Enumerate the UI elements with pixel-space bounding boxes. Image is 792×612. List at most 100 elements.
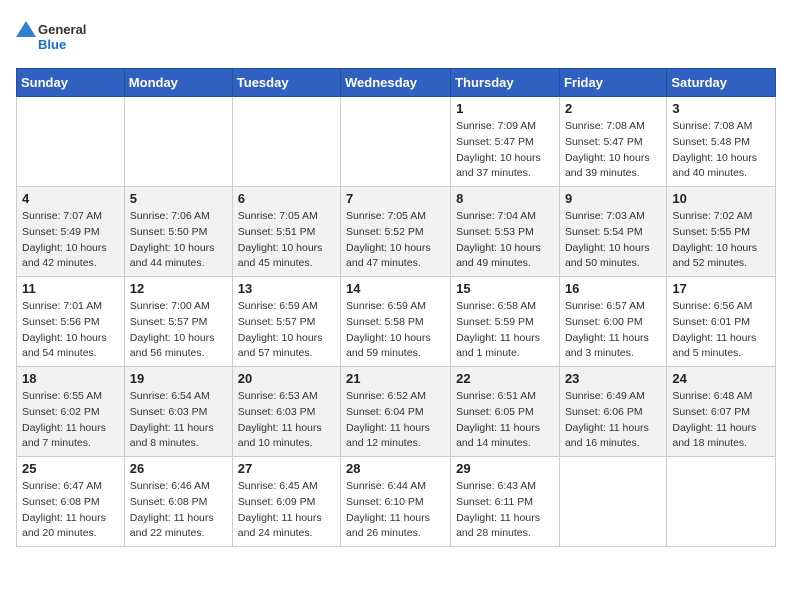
weekday-header: Wednesday <box>341 69 451 97</box>
day-number: 23 <box>565 371 661 386</box>
calendar-week-row: 4Sunrise: 7:07 AMSunset: 5:49 PMDaylight… <box>17 187 776 277</box>
calendar-cell: 12Sunrise: 7:00 AMSunset: 5:57 PMDayligh… <box>124 277 232 367</box>
calendar-week-row: 25 Sunrise: 6:47 AMSunset: 6:08 PMDayligh… <box>17 457 776 547</box>
calendar-cell <box>17 97 125 187</box>
calendar-cell: 25 Sunrise: 6:47 AMSunset: 6:08 PMDayligh… <box>17 457 125 547</box>
day-info: Sunrise: 6:49 AMSunset: 6:06 PMDaylight:… <box>565 389 661 452</box>
day-info: Sunrise: 6:56 AMSunset: 6:01 PMDaylight:… <box>672 299 770 362</box>
calendar-cell: 13 Sunrise: 6:59 AMSunset: 5:57 PMDayligh… <box>232 277 340 367</box>
day-info: Sunrise: 6:54 AMSunset: 6:03 PMDaylight:… <box>130 389 227 452</box>
day-number: 27 <box>238 461 335 476</box>
svg-text:Blue: Blue <box>38 37 66 52</box>
day-number: 18 <box>22 371 119 386</box>
day-info: Sunrise: 6:58 AMSunset: 5:59 PMDaylight:… <box>456 299 554 362</box>
day-info: Sunrise: 6:47 AMSunset: 6:08 PMDaylight:… <box>22 479 119 542</box>
weekday-header: Tuesday <box>232 69 340 97</box>
calendar-cell: 29 Sunrise: 6:43 AMSunset: 6:11 PMDayligh… <box>451 457 560 547</box>
calendar-week-row: 18 Sunrise: 6:55 AMSunset: 6:02 PMDayligh… <box>17 367 776 457</box>
calendar-cell: 9Sunrise: 7:03 AMSunset: 5:54 PMDaylight… <box>559 187 666 277</box>
calendar-cell: 3 Sunrise: 7:08 AMSunset: 5:48 PMDaylight… <box>667 97 776 187</box>
day-number: 28 <box>346 461 445 476</box>
calendar-cell: 8 Sunrise: 7:04 AMSunset: 5:53 PMDaylight… <box>451 187 560 277</box>
day-info: Sunrise: 6:59 AMSunset: 5:58 PMDaylight:… <box>346 299 445 362</box>
day-number: 8 <box>456 191 554 206</box>
logo-svg: General Blue <box>16 16 96 58</box>
calendar-cell: 6 Sunrise: 7:05 AMSunset: 5:51 PMDaylight… <box>232 187 340 277</box>
calendar-cell: 2Sunrise: 7:08 AMSunset: 5:47 PMDaylight… <box>559 97 666 187</box>
day-info: Sunrise: 6:51 AMSunset: 6:05 PMDaylight:… <box>456 389 554 452</box>
calendar-cell <box>341 97 451 187</box>
day-number: 21 <box>346 371 445 386</box>
day-info: Sunrise: 6:53 AMSunset: 6:03 PMDaylight:… <box>238 389 335 452</box>
day-number: 7 <box>346 191 445 206</box>
day-number: 10 <box>672 191 770 206</box>
calendar-cell: 17 Sunrise: 6:56 AMSunset: 6:01 PMDayligh… <box>667 277 776 367</box>
day-number: 6 <box>238 191 335 206</box>
calendar-cell: 20 Sunrise: 6:53 AMSunset: 6:03 PMDayligh… <box>232 367 340 457</box>
day-number: 16 <box>565 281 661 296</box>
calendar-cell: 11Sunrise: 7:01 AMSunset: 5:56 PMDayligh… <box>17 277 125 367</box>
weekday-header: Monday <box>124 69 232 97</box>
calendar-cell: 28 Sunrise: 6:44 AMSunset: 6:10 PMDayligh… <box>341 457 451 547</box>
day-info: Sunrise: 6:43 AMSunset: 6:11 PMDaylight:… <box>456 479 554 542</box>
calendar-cell: 16 Sunrise: 6:57 AMSunset: 6:00 PMDayligh… <box>559 277 666 367</box>
calendar-cell: 15 Sunrise: 6:58 AMSunset: 5:59 PMDayligh… <box>451 277 560 367</box>
calendar-cell: 21 Sunrise: 6:52 AMSunset: 6:04 PMDayligh… <box>341 367 451 457</box>
day-info: Sunrise: 6:55 AMSunset: 6:02 PMDaylight:… <box>22 389 119 452</box>
calendar-cell <box>559 457 666 547</box>
day-info: Sunrise: 6:57 AMSunset: 6:00 PMDaylight:… <box>565 299 661 362</box>
day-info: Sunrise: 7:05 AMSunset: 5:51 PMDaylight:… <box>238 209 335 272</box>
calendar-cell: 24Sunrise: 6:48 AMSunset: 6:07 PMDayligh… <box>667 367 776 457</box>
day-info: Sunrise: 6:44 AMSunset: 6:10 PMDaylight:… <box>346 479 445 542</box>
calendar-cell: 23 Sunrise: 6:49 AMSunset: 6:06 PMDayligh… <box>559 367 666 457</box>
day-number: 25 <box>22 461 119 476</box>
svg-text:General: General <box>38 22 86 37</box>
day-info: Sunrise: 7:02 AMSunset: 5:55 PMDaylight:… <box>672 209 770 272</box>
day-info: Sunrise: 7:04 AMSunset: 5:53 PMDaylight:… <box>456 209 554 272</box>
day-number: 22 <box>456 371 554 386</box>
calendar-cell: 7 Sunrise: 7:05 AMSunset: 5:52 PMDaylight… <box>341 187 451 277</box>
day-number: 11 <box>22 281 119 296</box>
day-info: Sunrise: 7:07 AMSunset: 5:49 PMDaylight:… <box>22 209 119 272</box>
day-info: Sunrise: 7:05 AMSunset: 5:52 PMDaylight:… <box>346 209 445 272</box>
weekday-header: Thursday <box>451 69 560 97</box>
calendar-week-row: 11Sunrise: 7:01 AMSunset: 5:56 PMDayligh… <box>17 277 776 367</box>
day-number: 5 <box>130 191 227 206</box>
day-info: Sunrise: 7:03 AMSunset: 5:54 PMDaylight:… <box>565 209 661 272</box>
calendar-cell: 27Sunrise: 6:45 AMSunset: 6:09 PMDayligh… <box>232 457 340 547</box>
day-number: 26 <box>130 461 227 476</box>
day-info: Sunrise: 7:06 AMSunset: 5:50 PMDaylight:… <box>130 209 227 272</box>
day-info: Sunrise: 6:59 AMSunset: 5:57 PMDaylight:… <box>238 299 335 362</box>
day-number: 2 <box>565 101 661 116</box>
day-info: Sunrise: 6:46 AMSunset: 6:08 PMDaylight:… <box>130 479 227 542</box>
calendar-cell: 19 Sunrise: 6:54 AMSunset: 6:03 PMDayligh… <box>124 367 232 457</box>
calendar-cell: 5 Sunrise: 7:06 AMSunset: 5:50 PMDaylight… <box>124 187 232 277</box>
logo: General Blue <box>16 16 96 58</box>
calendar-cell: 22 Sunrise: 6:51 AMSunset: 6:05 PMDayligh… <box>451 367 560 457</box>
calendar-cell <box>232 97 340 187</box>
day-info: Sunrise: 7:09 AMSunset: 5:47 PMDaylight:… <box>456 119 554 182</box>
day-number: 12 <box>130 281 227 296</box>
day-number: 19 <box>130 371 227 386</box>
day-info: Sunrise: 6:52 AMSunset: 6:04 PMDaylight:… <box>346 389 445 452</box>
day-number: 24 <box>672 371 770 386</box>
weekday-header: Sunday <box>17 69 125 97</box>
calendar-cell <box>124 97 232 187</box>
day-number: 3 <box>672 101 770 116</box>
calendar-cell: 18 Sunrise: 6:55 AMSunset: 6:02 PMDayligh… <box>17 367 125 457</box>
calendar-cell: 10 Sunrise: 7:02 AMSunset: 5:55 PMDayligh… <box>667 187 776 277</box>
day-number: 1 <box>456 101 554 116</box>
day-number: 17 <box>672 281 770 296</box>
day-info: Sunrise: 7:08 AMSunset: 5:48 PMDaylight:… <box>672 119 770 182</box>
calendar-table: SundayMondayTuesdayWednesdayThursdayFrid… <box>16 68 776 547</box>
day-number: 20 <box>238 371 335 386</box>
calendar-cell <box>667 457 776 547</box>
weekday-header: Friday <box>559 69 666 97</box>
day-number: 15 <box>456 281 554 296</box>
day-number: 13 <box>238 281 335 296</box>
day-number: 29 <box>456 461 554 476</box>
weekday-header: Saturday <box>667 69 776 97</box>
calendar-cell: 14Sunrise: 6:59 AMSunset: 5:58 PMDayligh… <box>341 277 451 367</box>
calendar-cell: 1 Sunrise: 7:09 AMSunset: 5:47 PMDaylight… <box>451 97 560 187</box>
header: General Blue <box>16 16 776 58</box>
